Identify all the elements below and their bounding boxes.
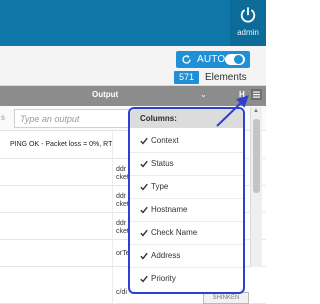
annotation-arrow [216,95,249,127]
page: admin AUTO 571 Elements Output ⌄ H s Typ… [0,0,266,304]
